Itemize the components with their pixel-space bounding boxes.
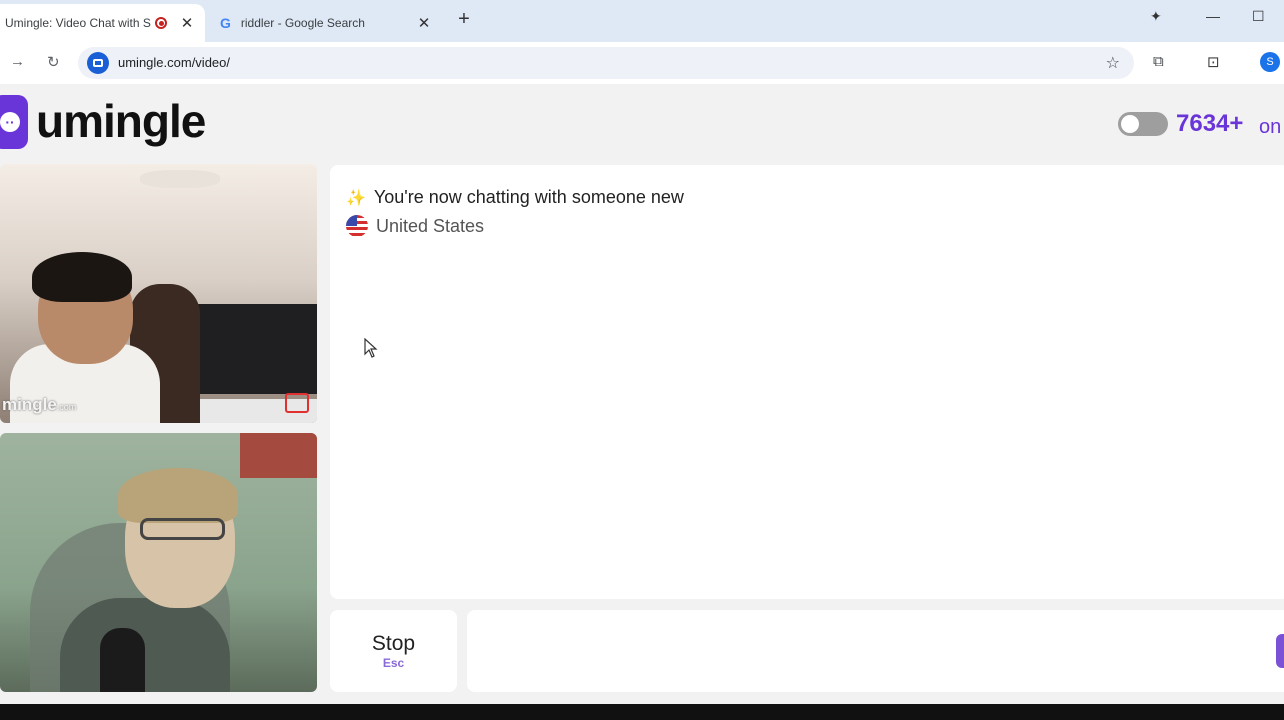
sparkle-icon: ✨ [346,190,366,207]
address-bar[interactable]: umingle.com/video/ ☆ [78,47,1134,79]
stranger-video: mingle.com [0,164,317,423]
chat-status-text: You're now chatting with someone new [373,187,684,207]
page-content: umingle 7634+ on mingle.com ✨ You're now … [0,84,1284,704]
url-text: umingle.com/video/ [118,55,230,70]
tv-screen [186,304,317,394]
tab-title: Umingle: Video Chat with St [5,16,151,30]
report-icon[interactable] [285,393,309,413]
reload-icon[interactable]: ↻ [47,53,60,71]
us-flag-icon [346,215,368,237]
minimize-icon[interactable]: — [1206,8,1220,24]
wall-poster [240,433,317,478]
new-tab-button[interactable]: + [452,8,476,31]
chat-status: ✨ You're now chatting with someone new [346,187,684,208]
person-hair [118,468,238,523]
online-label: on [1259,116,1282,138]
send-button[interactable] [1276,634,1284,668]
microphone [100,628,145,692]
close-tab-icon[interactable]: ✕ [177,14,197,32]
stop-label: Stop [371,632,416,655]
profile-avatar[interactable]: S [1260,52,1280,72]
close-tab-icon[interactable]: ✕ [414,14,434,32]
bookmark-star-icon[interactable]: ☆ [1106,53,1120,73]
ceiling-fan [140,170,220,188]
stop-shortcut: Esc [382,656,405,670]
maximize-icon[interactable]: ☐ [1252,8,1265,25]
extensions-icon[interactable]: ⧉ [1153,53,1164,70]
glasses [140,518,225,540]
stop-button[interactable]: Stop Esc [330,610,457,692]
chat-panel: ✨ You're now chatting with someone new Un… [330,165,1284,599]
video-watermark: mingle.com [2,395,77,414]
country-name: United States [376,215,485,236]
online-count: 7634+ [1176,110,1244,137]
browser-toolbar: → ↻ umingle.com/video/ ☆ ⧉ ⊡ S [0,42,1284,84]
message-input[interactable] [467,610,1284,692]
self-video [0,433,317,692]
theme-toggle[interactable] [1118,112,1168,136]
site-logo-text[interactable]: umingle [36,94,206,148]
forward-icon[interactable]: → [10,53,25,70]
person-hair [32,252,132,302]
recording-icon [155,17,167,29]
tab-umingle[interactable]: Umingle: Video Chat with St ✕ [0,4,205,42]
umingle-logo-icon [0,95,28,149]
gemini-icon[interactable]: ✦ [1150,8,1162,25]
tab-google-search[interactable]: G riddler - Google Search ✕ [212,4,442,42]
google-icon: G [220,15,231,31]
site-info-icon[interactable] [87,52,109,74]
browser-tab-bar: Umingle: Video Chat with St ✕ G riddler … [0,0,1284,42]
person-shirt [60,598,230,692]
tab-search-icon[interactable]: ⊡ [1207,53,1220,71]
stranger-country: United States [346,215,484,237]
tab-title: riddler - Google Search [240,16,365,30]
